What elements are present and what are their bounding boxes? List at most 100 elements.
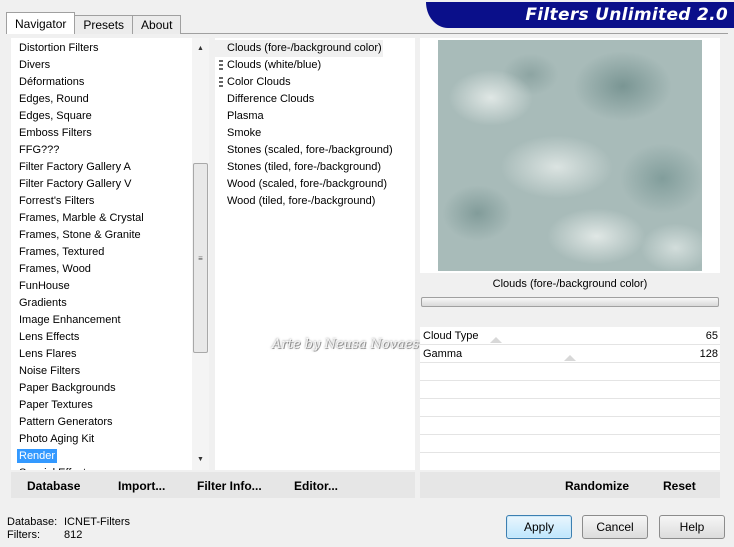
cancel-button[interactable]: Cancel [582, 515, 648, 539]
control-value: 65 [705, 329, 718, 342]
category-item-label: Forrest's Filters [19, 195, 95, 207]
category-item[interactable]: Lens Effects [11, 329, 192, 346]
filter-item-label: Stones (scaled, fore-/background) [227, 144, 393, 156]
filter-item[interactable]: Stones (tiled, fore-/background) [215, 159, 415, 176]
category-item[interactable]: Edges, Square [11, 108, 192, 125]
category-item-label: Pattern Generators [19, 416, 113, 428]
category-item-label: Divers [19, 59, 51, 71]
editor-button[interactable]: Editor... [294, 479, 338, 493]
category-item[interactable]: Noise Filters [11, 363, 192, 380]
grip-icon [219, 77, 223, 88]
category-item[interactable]: Frames, Textured [11, 244, 192, 261]
scroll-thumb[interactable]: ≡ [193, 163, 208, 353]
category-item[interactable]: FunHouse [11, 278, 192, 295]
control-cloud-type[interactable]: Cloud Type 65 [420, 327, 720, 345]
category-item-label: Special Effects [19, 467, 92, 470]
database-info: Database: ICNET-Filters Filters: 812 [7, 516, 130, 542]
filter-list-panel: Clouds (fore-/background color) Clouds (w… [215, 38, 415, 470]
watermark: Arte by Neusa Novaes [272, 337, 420, 352]
filters-count-value: 812 [64, 529, 83, 541]
tab-strip: Navigator Presets About [6, 12, 182, 34]
filter-item-label: Color Clouds [227, 76, 291, 88]
category-item[interactable]: Distortion Filters [11, 40, 192, 57]
filter-item[interactable]: Plasma [215, 108, 415, 125]
filter-item[interactable]: Color Clouds [215, 74, 415, 91]
scroll-up-arrow-icon[interactable]: ▲ [192, 40, 209, 57]
category-item-label: Distortion Filters [19, 42, 99, 54]
filter-item[interactable]: Clouds (fore-/background color) [215, 40, 383, 57]
category-item[interactable]: Filter Factory Gallery V [11, 176, 192, 193]
category-item[interactable]: Photo Aging Kit [11, 431, 192, 448]
category-item[interactable]: Paper Backgrounds [11, 380, 192, 397]
filter-item[interactable]: Wood (tiled, fore-/background) [215, 193, 415, 210]
control-empty-row [420, 363, 720, 381]
category-item[interactable]: Divers [11, 57, 192, 74]
category-item[interactable]: Pattern Generators [11, 414, 192, 431]
tab-navigator[interactable]: Navigator [6, 12, 76, 34]
category-scrollbar[interactable]: ▲ ≡ ▼ [192, 38, 209, 470]
filter-item-label: Stones (tiled, fore-/background) [227, 161, 382, 173]
control-empty-row [420, 435, 720, 453]
category-item-label: Paper Textures [19, 399, 93, 411]
selected-filter-label: Clouds (fore-/background color) [420, 273, 720, 295]
category-item[interactable]: Frames, Marble & Crystal [11, 210, 192, 227]
banner-title: Filters Unlimited 2.0 [525, 5, 728, 25]
filter-item[interactable]: Wood (scaled, fore-/background) [215, 176, 415, 193]
category-item-label: Frames, Wood [19, 263, 91, 275]
control-label: Cloud Type [423, 329, 479, 342]
slider-marker-icon[interactable] [490, 337, 502, 343]
scroll-down-arrow-icon[interactable]: ▼ [192, 451, 209, 468]
filter-item-label: Smoke [227, 127, 262, 139]
reset-button[interactable]: Reset [663, 479, 696, 493]
category-item-label: Image Enhancement [19, 314, 121, 326]
filter-info-button[interactable]: Filter Info... [197, 479, 262, 493]
category-list-panel: Distortion Filters Divers Déformations Edge… [11, 38, 209, 470]
category-item-label: Edges, Round [19, 93, 89, 105]
category-item[interactable]: Image Enhancement [11, 312, 192, 329]
category-item[interactable]: Filter Factory Gallery A [11, 159, 192, 176]
category-item-label: Lens Flares [19, 348, 77, 360]
category-item[interactable]: Render [11, 448, 192, 465]
category-item-label: Edges, Square [19, 110, 92, 122]
filter-item-label: Clouds (white/blue) [227, 59, 322, 71]
category-item[interactable]: Edges, Round [11, 91, 192, 108]
category-item[interactable]: Forrest's Filters [11, 193, 192, 210]
category-item[interactable]: Special Effects [11, 465, 192, 470]
category-list: Distortion Filters Divers Déformations Edge… [11, 40, 192, 470]
category-item[interactable]: Frames, Wood [11, 261, 192, 278]
category-item-label: Noise Filters [19, 365, 81, 377]
category-item-label: Lens Effects [19, 331, 80, 343]
category-item[interactable]: Gradients [11, 295, 192, 312]
category-item[interactable]: Frames, Stone & Granite [11, 227, 192, 244]
filter-item-label: Wood (scaled, fore-/background) [227, 178, 387, 190]
apply-button[interactable]: Apply [506, 515, 572, 539]
control-gamma[interactable]: Gamma 128 [420, 345, 720, 363]
slider-marker-icon[interactable] [564, 355, 576, 361]
category-item[interactable]: Lens Flares [11, 346, 192, 363]
database-label: Database: [7, 516, 58, 528]
tab-about[interactable]: About [132, 15, 182, 34]
category-item-label: Emboss Filters [19, 127, 92, 139]
filter-item[interactable]: Smoke [215, 125, 415, 142]
filter-item[interactable]: Stones (scaled, fore-/background) [215, 142, 415, 159]
title-banner: Filters Unlimited 2.0 [426, 2, 734, 28]
database-button[interactable]: Database [27, 479, 80, 493]
left-toolbar: Database Import... Filter Info... Editor… [11, 472, 415, 498]
category-item-label: Frames, Textured [19, 246, 105, 258]
category-item[interactable]: Paper Textures [11, 397, 192, 414]
category-item[interactable]: Emboss Filters [11, 125, 192, 142]
category-item[interactable]: Déformations [11, 74, 192, 91]
progress-bar [421, 297, 719, 307]
randomize-button[interactable]: Randomize [565, 479, 629, 493]
filter-item-label: Difference Clouds [227, 93, 315, 105]
tab-presets[interactable]: Presets [74, 15, 134, 34]
import-button[interactable]: Import... [118, 479, 165, 493]
category-item[interactable]: FFG??? [11, 142, 192, 159]
filter-item[interactable]: Clouds (white/blue) [215, 57, 415, 74]
category-item-label: Filter Factory Gallery A [19, 161, 131, 173]
control-empty-row [420, 381, 720, 399]
filter-item[interactable]: Difference Clouds [215, 91, 415, 108]
category-item-label: Gradients [19, 297, 67, 309]
help-button[interactable]: Help [659, 515, 725, 539]
filter-list: Clouds (fore-/background color) Clouds (w… [215, 38, 415, 210]
